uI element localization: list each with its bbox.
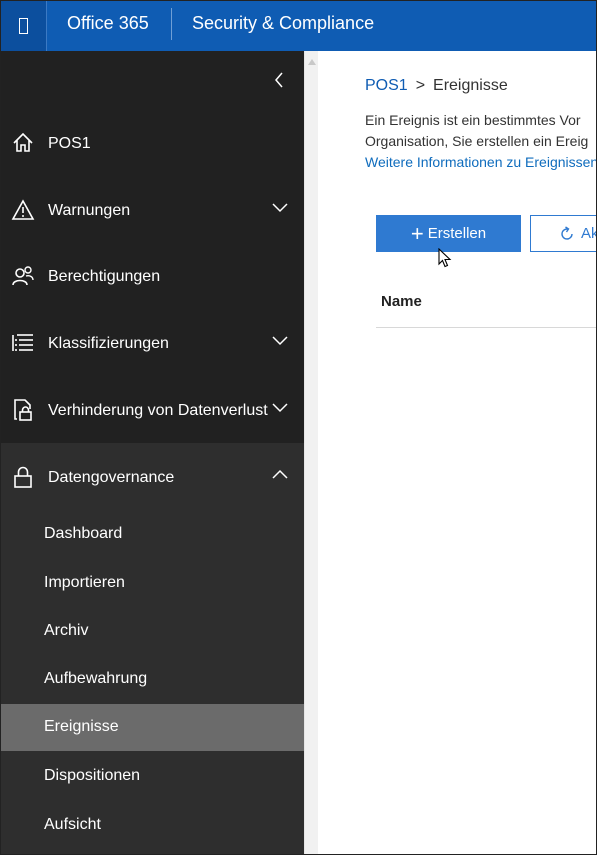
- nav-item-pos1[interactable]: POS1: [1, 115, 304, 175]
- sub-item-label: Dashboard: [44, 525, 123, 542]
- chevron-down-icon[interactable]: [271, 200, 289, 214]
- nav-item-label: Berechtigungen: [48, 268, 161, 285]
- mouse-cursor-icon: [438, 248, 452, 268]
- column-header-name[interactable]: Name: [381, 293, 422, 310]
- nav-item-label: Klassifizierungen: [48, 335, 169, 352]
- table-header-divider: [376, 327, 596, 328]
- sub-item-dispositionen[interactable]: Dispositionen: [1, 753, 304, 800]
- chevron-left-icon: [275, 72, 283, 88]
- people-icon: [12, 266, 34, 286]
- nav-scrollbar[interactable]: [304, 51, 318, 854]
- list-icon: [12, 334, 33, 351]
- nav-item-klassifizierungen[interactable]: Klassifizierungen: [1, 315, 304, 375]
- create-button-label: Erstellen: [427, 225, 487, 242]
- collapse-nav-button[interactable]: [269, 69, 289, 91]
- app-launcher-icon: [19, 18, 28, 34]
- lock-icon: [14, 466, 32, 488]
- plus-icon: +: [410, 220, 424, 246]
- nav-group-datengovernance: Datengovernance Dashboard Importieren Ar…: [1, 443, 304, 854]
- sub-item-ereignisse[interactable]: Ereignisse: [1, 704, 304, 751]
- warning-icon: [11, 199, 35, 220]
- nav-item-datengovernance[interactable]: Datengovernance: [1, 449, 304, 509]
- app-window: Office 365 Security & Compliance POS1 Wa…: [0, 0, 597, 855]
- sub-item-dashboard[interactable]: Dashboard: [1, 511, 304, 558]
- sub-item-label: Aufsicht: [44, 816, 101, 833]
- nav-item-label: Verhinderung von Datenverlust: [48, 402, 268, 419]
- app-launcher-button[interactable]: [1, 1, 47, 51]
- nav-item-verhinderung-von-datenverlust[interactable]: Verhinderung von Datenverlust: [1, 382, 304, 442]
- sub-item-archiv[interactable]: Archiv: [1, 608, 304, 655]
- chevron-up-icon[interactable]: [271, 467, 289, 481]
- top-bar: Office 365 Security & Compliance: [1, 1, 596, 51]
- refresh-button-label: Aktualisieren: [581, 225, 596, 242]
- sub-item-importieren[interactable]: Importieren: [1, 560, 304, 607]
- description-line: Ein Ereignis ist ein bestimmtes Vor: [365, 112, 581, 128]
- breadcrumb-current: Ereignisse: [433, 77, 508, 94]
- suite-title[interactable]: Office 365: [67, 13, 149, 34]
- nav-item-warnungen[interactable]: Warnungen: [1, 182, 304, 242]
- description-line: Organisation, Sie erstellen ein Ereig: [365, 133, 589, 149]
- sub-item-label: Dispositionen: [44, 767, 141, 784]
- sub-item-label: Archiv: [44, 622, 89, 639]
- refresh-icon: [561, 226, 573, 240]
- nav-item-label: POS1: [48, 135, 91, 152]
- sub-item-label: Ereignisse: [44, 718, 119, 735]
- sub-item-aufsicht[interactable]: Aufsicht: [1, 802, 304, 849]
- nav-item-label: Warnungen: [48, 202, 131, 219]
- breadcrumb-link-pos1[interactable]: POS1: [365, 77, 408, 94]
- scroll-up-arrow-icon[interactable]: [307, 57, 317, 67]
- home-icon: [13, 132, 33, 152]
- nav-item-berechtigungen[interactable]: Berechtigungen: [1, 248, 304, 308]
- sub-item-label: Aufbewahrung: [44, 670, 148, 687]
- page-description: Ein Ereignis ist ein bestimmtes Vor Orga…: [365, 110, 596, 173]
- learn-more-link[interactable]: Weitere Informationen zu Ereignissen: [365, 152, 596, 173]
- document-lock-icon: [14, 399, 32, 421]
- app-title[interactable]: Security & Compliance: [192, 13, 374, 34]
- nav-item-label: Datengovernance: [48, 469, 175, 486]
- create-button[interactable]: + Erstellen: [376, 215, 521, 252]
- breadcrumb: POS1 > Ereignisse: [365, 77, 508, 95]
- breadcrumb-separator: >: [415, 77, 426, 94]
- sub-item-label: Importieren: [44, 574, 125, 591]
- sub-item-aufbewahrung[interactable]: Aufbewahrung: [1, 656, 304, 703]
- chevron-down-icon[interactable]: [271, 333, 289, 347]
- refresh-button[interactable]: Aktualisieren: [530, 215, 596, 252]
- left-navigation: POS1 Warnungen Berechtigungen Klassifizi…: [1, 51, 304, 854]
- title-divider: [171, 8, 172, 40]
- main-content: POS1 > Ereignisse Ein Ereignis ist ein bes…: [319, 51, 596, 854]
- chevron-down-icon[interactable]: [271, 400, 289, 414]
